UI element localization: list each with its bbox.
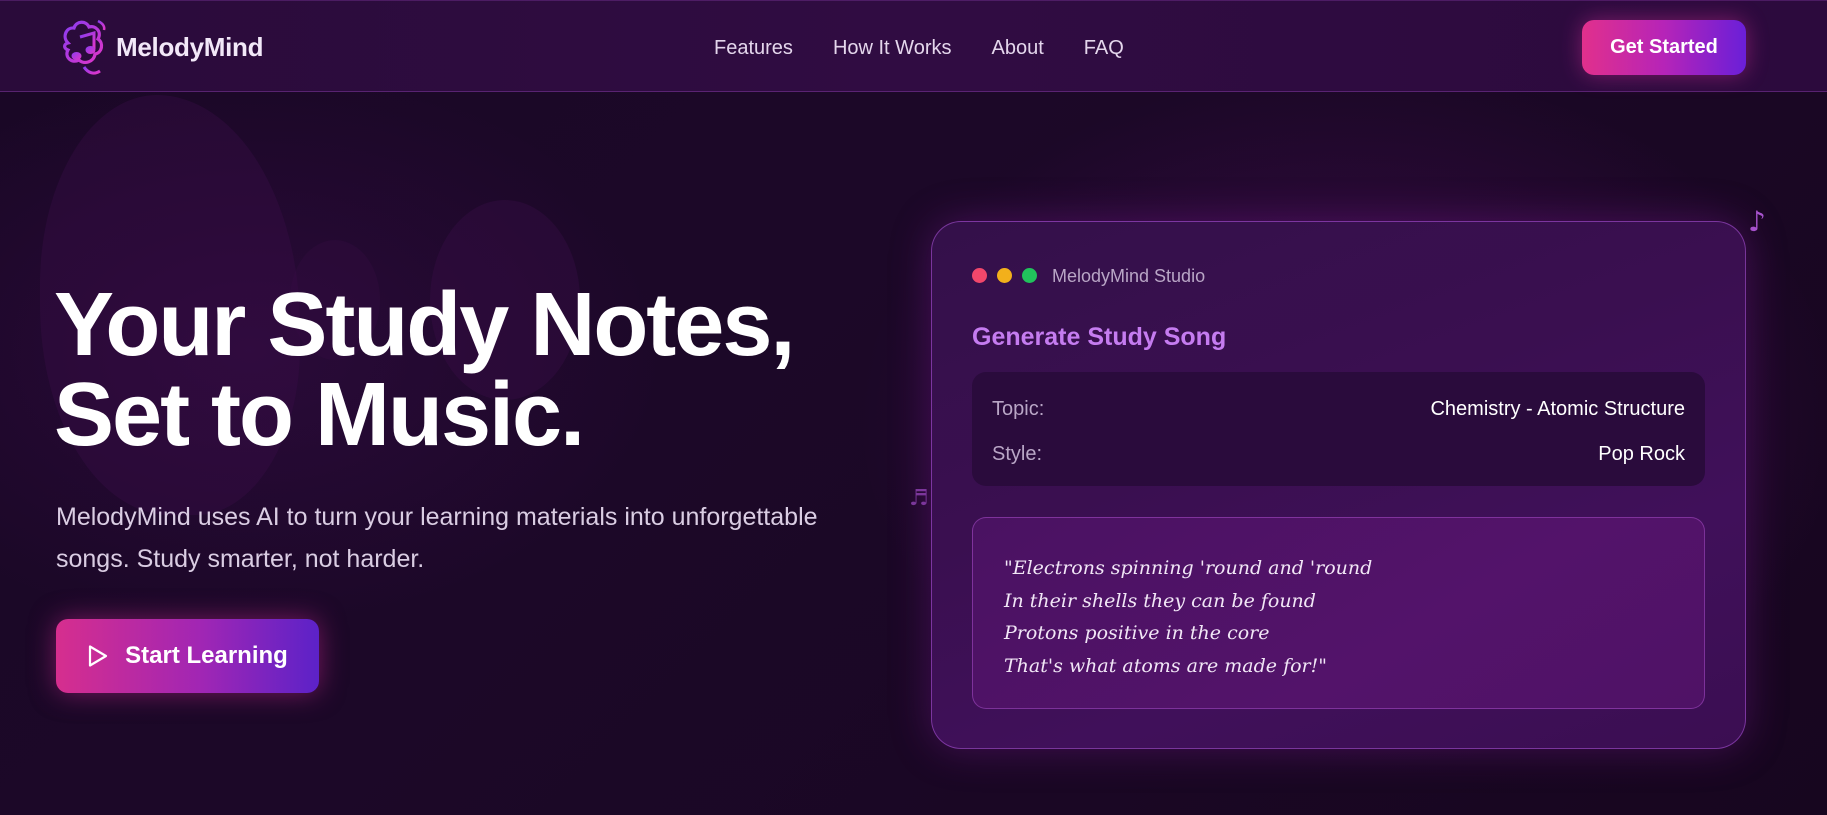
style-row: Style: Pop Rock (992, 439, 1685, 469)
hero-title-line: Your Study Notes, (54, 275, 795, 375)
hero-title: Your Study Notes, Set to Music. (54, 280, 854, 460)
lyric-line: "Electrons spinning 'round and 'round (1004, 557, 1373, 579)
nav-item-faq[interactable]: FAQ (1084, 37, 1124, 60)
music-note-icon: ♪ (1748, 205, 1766, 238)
lyric-line: In their shells they can be found (1004, 589, 1316, 612)
style-value: Pop Rock (1598, 442, 1685, 465)
start-learning-label: Start Learning (125, 642, 288, 669)
studio-window-title: MelodyMind Studio (1052, 266, 1206, 286)
studio-heading: Generate Study Song (972, 323, 1227, 351)
style-label: Style: (992, 442, 1043, 465)
window-controls (972, 268, 1037, 283)
brain-music-note-icon (63, 19, 106, 75)
site-header: MelodyMind Features How It Works About F… (0, 0, 1827, 92)
lyrics-panel: "Electrons spinning 'round and 'round In… (972, 517, 1705, 709)
close-dot-icon (972, 268, 987, 283)
song-settings-panel: Topic: Chemistry - Atomic Structure Styl… (972, 372, 1705, 486)
minimize-dot-icon (997, 268, 1012, 283)
main-nav: Features How It Works About FAQ (714, 37, 1124, 60)
hero-title-line: Set to Music. (54, 365, 585, 465)
nav-item-features[interactable]: Features (714, 37, 793, 60)
topic-value: Chemistry - Atomic Structure (1430, 397, 1685, 420)
maximize-dot-icon (1022, 268, 1037, 283)
music-notes-icon: ♬ (909, 486, 929, 511)
nav-item-about[interactable]: About (991, 37, 1043, 60)
start-learning-button[interactable]: Start Learning (56, 619, 319, 693)
lyrics-text: "Electrons spinning 'round and 'round In… (1004, 552, 1372, 682)
topic-label: Topic: (992, 397, 1045, 420)
brand-logo[interactable]: MelodyMind (58, 15, 264, 79)
studio-preview-card: MelodyMind Studio Generate Study Song To… (931, 221, 1746, 749)
get-started-button[interactable]: Get Started (1582, 20, 1746, 75)
hero-subtitle: MelodyMind uses AI to turn your learning… (56, 496, 856, 580)
topic-row: Topic: Chemistry - Atomic Structure (992, 394, 1685, 424)
lyric-line: That's what atoms are made for!" (1004, 654, 1328, 677)
play-icon (89, 645, 108, 667)
hero-subtitle-line: songs. Study smarter, not harder. (56, 545, 425, 573)
brand-name: MelodyMind (116, 31, 264, 62)
nav-item-how-it-works[interactable]: How It Works (833, 37, 952, 60)
lyric-line: Protons positive in the core (1004, 622, 1270, 644)
hero-subtitle-line: MelodyMind uses AI to turn your learning… (56, 503, 818, 531)
